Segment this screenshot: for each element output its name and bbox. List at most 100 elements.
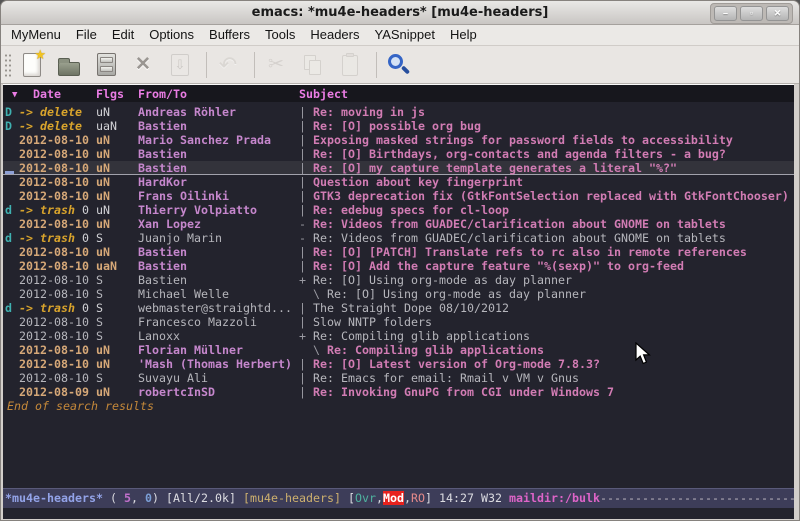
header-row[interactable]: d-> trash 0uNThierry Volpiatto| Re: edeb… xyxy=(3,203,794,217)
date-value: 2012-08-10 xyxy=(19,259,89,273)
modeline-segment: [mu4e-headers] xyxy=(243,491,348,505)
column-header-date[interactable]: Date xyxy=(33,87,61,101)
search-button[interactable] xyxy=(385,51,411,79)
modeline-segment: -------------------------------- xyxy=(600,491,794,505)
date-field: 2012-08-10 xyxy=(19,259,96,273)
new-file-icon: ★ xyxy=(23,53,41,77)
date-value: 2012-08-10 xyxy=(19,315,89,329)
header-row[interactable]: 2012-08-10uNFrans Oilinki| GTK3 deprecat… xyxy=(3,189,794,203)
titlebar[interactable]: emacs: *mu4e-headers* [mu4e-headers] –▫✕ xyxy=(1,1,799,25)
subject-field: | Re: Emacs for email: Rmail v VM v Gnus xyxy=(299,371,579,385)
header-row[interactable]: 2012-08-10uNHardKor| Question about key … xyxy=(3,175,794,189)
close-buffer-icon: ✕ xyxy=(135,53,151,76)
header-row[interactable]: 2012-08-10uNMario Sanchez Prada| Exposin… xyxy=(3,133,794,147)
open-folder-button[interactable] xyxy=(56,51,82,79)
mark-char xyxy=(5,343,19,357)
header-row[interactable]: 2012-08-10uNFlorian Müllner \ Re: Compil… xyxy=(3,343,794,357)
menu-edit[interactable]: Edit xyxy=(107,25,139,45)
save-as-icon: ⇩ xyxy=(171,54,189,76)
close-buffer-button[interactable]: ✕ xyxy=(130,51,156,79)
header-row[interactable]: 2012-08-10uaNBastien| Re: [O] Add the ca… xyxy=(3,259,794,273)
toolbar-separator xyxy=(206,52,207,78)
undo-icon: ↶ xyxy=(219,52,237,78)
menu-headers[interactable]: Headers xyxy=(305,25,364,45)
text-cursor xyxy=(5,171,14,174)
header-row[interactable]: 2012-08-10SMichael Welle \ Re: [O] Using… xyxy=(3,287,794,301)
toolbar-drag-handle[interactable] xyxy=(3,52,11,78)
menu-yasnippet[interactable]: YASnippet xyxy=(369,25,439,45)
toolbar-separator xyxy=(254,52,255,78)
menu-file[interactable]: File xyxy=(71,25,102,45)
header-row[interactable]: 2012-08-10uNXan Lopez- Re: Videos from G… xyxy=(3,217,794,231)
maximize-button[interactable]: ▫ xyxy=(740,6,763,21)
menu-buffers[interactable]: Buffers xyxy=(204,25,255,45)
mark-char xyxy=(5,217,19,231)
date-value: 2012-08-09 xyxy=(19,385,89,399)
column-header-flags[interactable]: Flgs xyxy=(96,87,124,101)
date-field: 2012-08-10 xyxy=(19,245,96,259)
thread-indicator: - xyxy=(299,217,313,231)
header-row[interactable]: D-> deleteuNAndreas Röhler| Re: moving i… xyxy=(3,105,794,119)
subject-text: Re: edebug specs for cl-loop xyxy=(313,203,509,217)
emacs-window: emacs: *mu4e-headers* [mu4e-headers] –▫✕… xyxy=(0,0,800,521)
date-field: 2012-08-09 xyxy=(19,385,96,399)
thread-indicator: | xyxy=(299,245,313,259)
modeline-segment: 14:27 W32 xyxy=(439,491,509,505)
header-row[interactable]: 2012-08-10SLanoxx+ Re: Compiling glib ap… xyxy=(3,329,794,343)
subject-text: Question about key fingerprint xyxy=(313,175,523,189)
header-row[interactable]: 2012-08-10SBastien+ Re: [O] Using org-mo… xyxy=(3,273,794,287)
from-field: Bastien xyxy=(138,273,299,287)
menu-options[interactable]: Options xyxy=(144,25,199,45)
mark-char xyxy=(5,245,19,259)
header-row[interactable]: 2012-08-10SFrancesco Mazzoli| Slow NNTP … xyxy=(3,315,794,329)
flags-field: uN xyxy=(96,357,138,371)
header-row[interactable]: 2012-08-10uNBastien| Re: [O] my capture … xyxy=(3,161,794,175)
subject-field: | The Straight Dope 08/10/2012 xyxy=(299,301,509,315)
column-header-from-to[interactable]: From/To xyxy=(138,87,187,101)
date-field: 2012-08-10 xyxy=(19,133,96,147)
from-field: Thierry Volpiatto xyxy=(138,203,299,217)
menu-mymenu[interactable]: MyMenu xyxy=(6,25,66,45)
close-button[interactable]: ✕ xyxy=(766,6,789,21)
flags-field: uN xyxy=(96,147,138,161)
subject-text: Re: [O] Using org-mode as day planner xyxy=(327,287,586,301)
subject-field: | Re: [O] [PATCH] Translate refs to rc a… xyxy=(299,245,747,259)
subject-field: - Re: Videos from GUADEC/clarification a… xyxy=(299,217,726,231)
thread-indicator: + xyxy=(299,329,313,343)
header-row[interactable]: d-> trash 0SJuanjo Marin- Re: Videos fro… xyxy=(3,231,794,245)
header-row[interactable]: 2012-08-10uNBastien| Re: [O] [PATCH] Tra… xyxy=(3,245,794,259)
header-row[interactable]: D-> deleteuaNBastien| Re: [O] possible o… xyxy=(3,119,794,133)
flags-field: uN xyxy=(96,245,138,259)
subject-field: - Re: Videos from GUADEC/clarification a… xyxy=(299,231,726,245)
menu-help[interactable]: Help xyxy=(445,25,482,45)
date-field: -> delete xyxy=(19,105,96,119)
mark-action-label: -> trash xyxy=(19,203,75,217)
header-row[interactable]: 2012-08-09uNrobertcInSD| Re: Invoking Gn… xyxy=(3,385,794,399)
save-button[interactable] xyxy=(93,51,119,79)
header-row[interactable]: 2012-08-10uN'Mash (Thomas Herbert)| Re: … xyxy=(3,357,794,371)
header-row[interactable]: 2012-08-10SSuvayu Ali| Re: Emacs for ema… xyxy=(3,371,794,385)
date-field: 2012-08-10 xyxy=(19,357,96,371)
minimize-button[interactable]: – xyxy=(714,6,737,21)
sort-desc-icon: ▼ xyxy=(12,88,17,102)
header-row[interactable]: d-> trash 0Swebmaster@straightd...| The … xyxy=(3,301,794,315)
subject-text: Re: moving in js xyxy=(313,105,425,119)
echo-area[interactable] xyxy=(3,508,794,519)
flags-field: S xyxy=(96,329,138,343)
subject-text: Re: [O] [PATCH] Translate refs to rc als… xyxy=(313,245,747,259)
modeline-segment: maildir:/bulk xyxy=(509,491,600,505)
modeline[interactable]: *mu4e-headers* ( 5, 0) [All/2.0k] [mu4e-… xyxy=(3,488,794,508)
header-row[interactable]: 2012-08-10uNBastien| Re: [O] Birthdays, … xyxy=(3,147,794,161)
from-field: Bastien xyxy=(138,259,299,273)
new-file-button[interactable]: ★ xyxy=(19,51,45,79)
mark-char: D xyxy=(5,105,19,119)
column-header-subject[interactable]: Subject xyxy=(299,87,348,101)
from-field: Juanjo Marin xyxy=(138,231,299,245)
menu-tools[interactable]: Tools xyxy=(260,25,300,45)
subject-field: | Slow NNTP folders xyxy=(299,315,432,329)
from-field: Michael Welle xyxy=(138,287,299,301)
subject-text: Re: [O] my capture template generates a … xyxy=(313,161,677,175)
date-value: 2012-08-10 xyxy=(19,273,89,287)
date-field: 2012-08-10 xyxy=(19,161,96,175)
thread-indicator: | xyxy=(299,357,313,371)
